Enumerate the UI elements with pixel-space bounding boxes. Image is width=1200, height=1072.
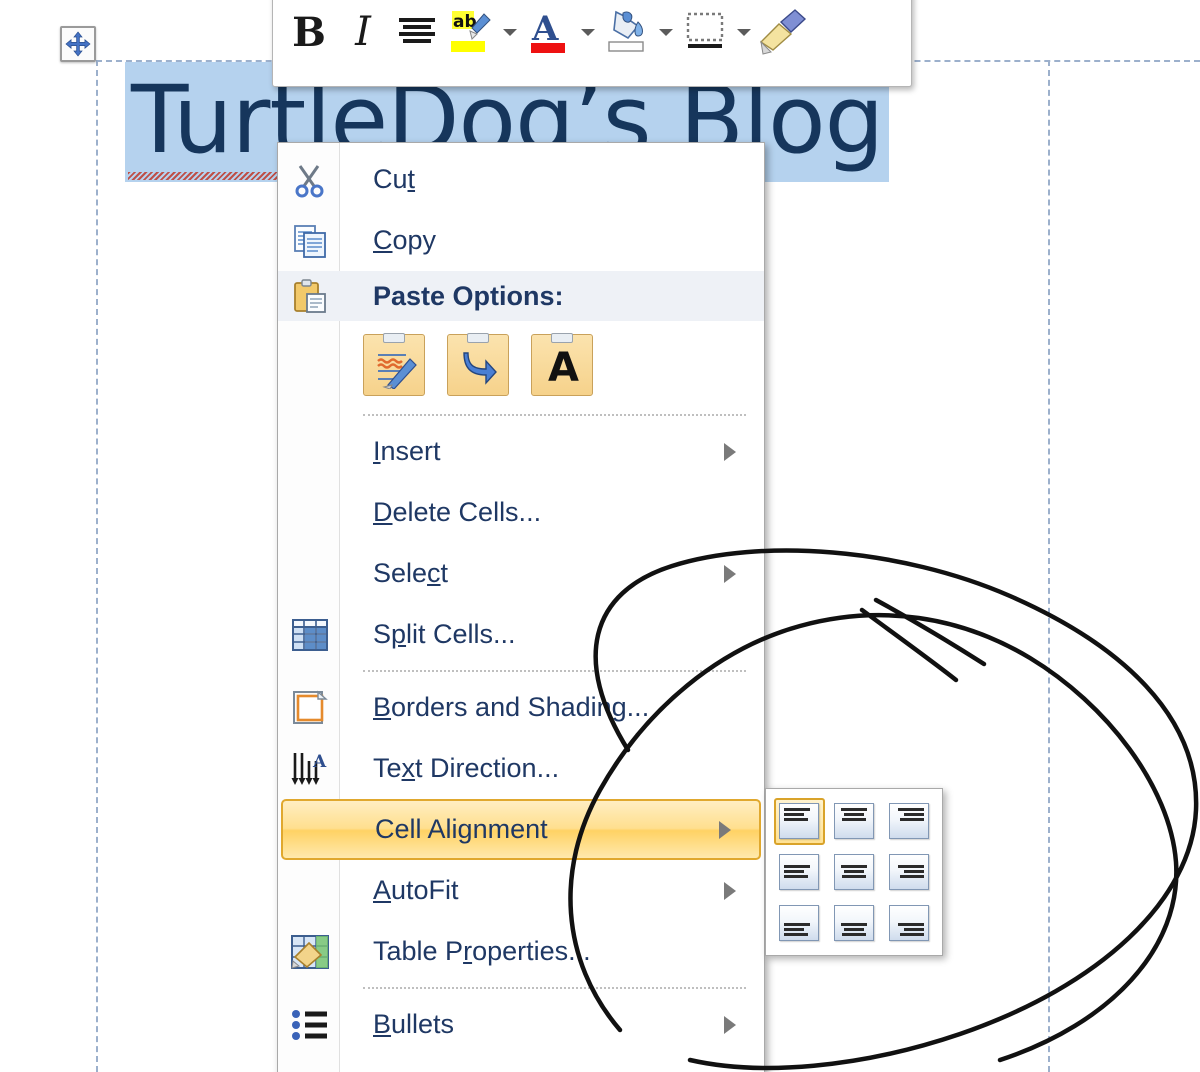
page-border-icon xyxy=(288,686,332,730)
format-painter-button[interactable] xyxy=(757,5,809,59)
align-center-left-button[interactable] xyxy=(774,849,825,896)
align-bottom-right-icon xyxy=(888,904,929,941)
align-bottom-left-icon xyxy=(779,904,820,941)
shading-dropdown[interactable] xyxy=(655,5,677,59)
bullets-icon xyxy=(288,1003,332,1047)
paste-options-gallery: A xyxy=(278,321,764,409)
table-move-handle[interactable] xyxy=(60,26,96,62)
table-context-menu[interactable]: Cut Copy Paste Options: A Insert Delete … xyxy=(277,142,765,1072)
context-menu-label: Borders and Shading... xyxy=(373,692,650,722)
chevron-down-icon xyxy=(503,28,517,36)
align-bottom-left-button[interactable] xyxy=(774,899,825,946)
align-center-button[interactable] xyxy=(829,849,880,896)
italic-icon: I xyxy=(355,9,371,55)
borders-button[interactable] xyxy=(679,5,731,59)
context-menu-item-split-cells[interactable]: Split Cells... xyxy=(278,604,764,665)
svg-text:A: A xyxy=(548,345,579,387)
align-center-right-icon xyxy=(888,853,929,890)
font-color-dropdown[interactable] xyxy=(577,5,599,59)
context-menu-label: Delete Cells... xyxy=(373,497,542,527)
align-top-left-icon xyxy=(779,803,820,840)
context-menu-item-select[interactable]: Select xyxy=(278,543,764,604)
context-menu-item-borders-and-shading[interactable]: Borders and Shading... xyxy=(278,677,764,738)
shading-button[interactable] xyxy=(601,5,653,59)
mini-formatting-toolbar[interactable]: B I ab A xyxy=(272,0,912,87)
svg-text:A: A xyxy=(312,752,327,772)
align-bottom-right-button[interactable] xyxy=(883,899,934,946)
context-menu-label: Cell Alignment xyxy=(375,814,548,844)
align-top-right-button[interactable] xyxy=(883,798,934,845)
submenu-arrow-icon xyxy=(724,881,736,900)
mini-toolbar-bottom-row: B I ab A xyxy=(273,0,911,77)
context-menu-item-bullets[interactable]: Bullets xyxy=(278,994,764,1055)
highlight-pen-icon: ab xyxy=(451,11,491,52)
numbering-icon: 1 2 xyxy=(288,1064,332,1072)
text-highlight-color-button[interactable]: ab xyxy=(445,5,497,59)
context-menu-label: Select xyxy=(373,558,449,588)
paste-merge-formatting-button[interactable] xyxy=(447,334,509,396)
align-center-right-button[interactable] xyxy=(883,849,934,896)
center-align-button[interactable] xyxy=(391,5,443,59)
align-top-center-icon xyxy=(833,803,874,840)
bold-button[interactable]: B xyxy=(283,5,335,59)
font-color-icon: A xyxy=(531,9,565,53)
font-color-button[interactable]: A xyxy=(523,5,575,59)
paste-keep-text-only-button[interactable]: A xyxy=(531,334,593,396)
chevron-down-icon xyxy=(737,28,751,36)
submenu-arrow-icon xyxy=(724,564,736,583)
cell-alignment-submenu[interactable] xyxy=(765,788,943,956)
context-menu-item-cut[interactable]: Cut xyxy=(278,149,764,210)
context-menu-item-cell-alignment[interactable]: Cell Alignment xyxy=(281,799,761,860)
context-menu-separator xyxy=(363,987,746,989)
context-menu-item-text-direction[interactable]: A Text Direction... xyxy=(278,738,764,799)
borders-dropdown[interactable] xyxy=(733,5,755,59)
context-menu-item-table-properties[interactable]: Table Properties... xyxy=(278,921,764,982)
table-gridline-left xyxy=(96,60,98,1072)
scissors-icon xyxy=(288,158,332,202)
context-menu-separator xyxy=(363,414,746,416)
italic-button[interactable]: I xyxy=(337,5,389,59)
context-menu-item-autofit[interactable]: AutoFit xyxy=(278,860,764,921)
borders-icon xyxy=(686,12,724,48)
submenu-arrow-icon xyxy=(724,1015,736,1034)
context-menu-separator xyxy=(363,670,746,672)
copy-icon xyxy=(288,219,332,263)
paste-icon xyxy=(288,274,332,318)
context-menu-header-paste-options: Paste Options: xyxy=(278,271,764,321)
context-menu-label: Insert xyxy=(373,436,441,466)
bold-icon: B xyxy=(292,8,326,56)
align-bottom-center-button[interactable] xyxy=(829,899,880,946)
context-menu-item-copy[interactable]: Copy xyxy=(278,210,764,271)
context-menu-label: AutoFit xyxy=(373,875,459,905)
context-menu-item-delete-cells[interactable]: Delete Cells... xyxy=(278,482,764,543)
align-top-right-icon xyxy=(888,803,929,840)
submenu-arrow-icon xyxy=(719,820,731,839)
paint-bucket-icon xyxy=(608,10,644,52)
chevron-down-icon xyxy=(659,28,673,36)
format-painter-icon xyxy=(759,9,807,55)
align-center-left-icon xyxy=(779,853,820,890)
submenu-arrow-icon xyxy=(724,442,736,461)
chevron-down-icon xyxy=(581,28,595,36)
context-menu-item-numbering[interactable]: 1 2 Numbering xyxy=(278,1055,764,1072)
align-bottom-center-icon xyxy=(833,904,874,941)
table-properties-icon xyxy=(288,930,332,974)
highlight-color-dropdown[interactable] xyxy=(499,5,521,59)
table-gridline-right xyxy=(1048,60,1050,1072)
align-top-center-button[interactable] xyxy=(829,798,880,845)
text-direction-icon: A xyxy=(288,747,332,791)
center-align-icon xyxy=(399,18,435,43)
table-grid-icon xyxy=(288,613,332,657)
context-menu-item-insert[interactable]: Insert xyxy=(278,421,764,482)
align-center-icon xyxy=(833,853,874,890)
move-four-arrow-icon xyxy=(65,31,91,57)
paste-keep-source-formatting-button[interactable] xyxy=(363,334,425,396)
align-top-left-button[interactable] xyxy=(774,798,825,845)
